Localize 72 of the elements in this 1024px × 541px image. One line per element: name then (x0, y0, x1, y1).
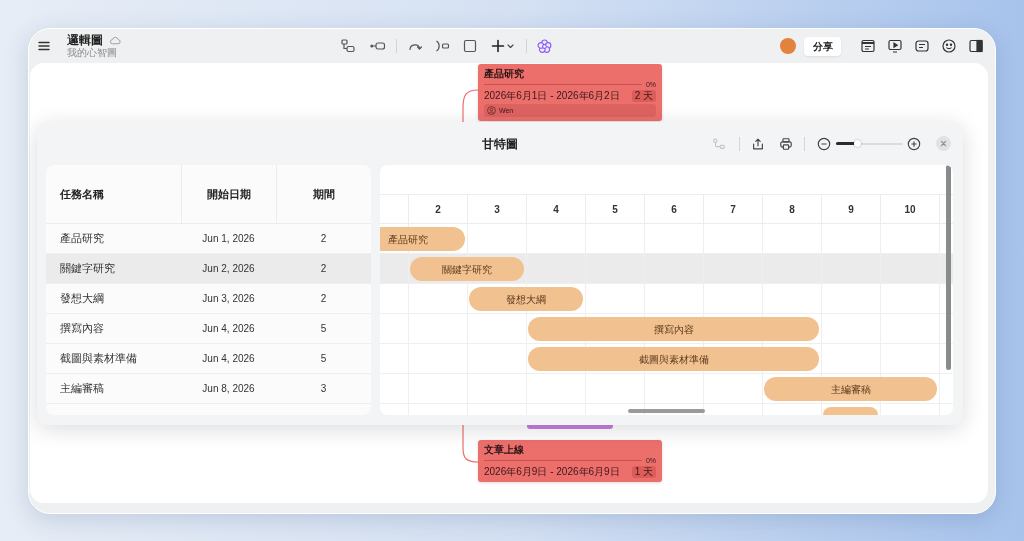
node-title: 產品研究 (484, 68, 525, 80)
cloud-icon (109, 35, 121, 45)
upload-icon[interactable] (751, 136, 765, 151)
task-bar[interactable]: 發想大綱 (469, 287, 583, 311)
duration-cell-text: 2 (319, 232, 328, 246)
day-label: 3 (494, 202, 500, 217)
day-label: 6 (671, 202, 677, 217)
vertical-scrollbar[interactable] (946, 165, 951, 370)
start-date-cell-text: Jun 2, 2026 (201, 262, 256, 276)
square-icon[interactable] (462, 38, 478, 54)
duration-cell-text: 2 (319, 262, 328, 276)
connector-line (462, 89, 479, 123)
day-label: 4 (553, 202, 559, 217)
task-name-cell-text: 主編審稿 (59, 381, 105, 397)
task-bar[interactable]: 截圖與素材準備 (528, 347, 819, 371)
document-subtitle: 我的心智圖 (67, 47, 118, 59)
node-title: 文章上線 (484, 444, 525, 456)
start-date-cell-text: Jun 1, 2026 (201, 232, 256, 246)
task-bar[interactable]: 撰寫內容 (528, 317, 819, 341)
slider-thumb[interactable] (853, 140, 861, 147)
bracket-box-icon[interactable] (434, 38, 450, 54)
zoom-in-icon[interactable] (907, 136, 921, 151)
date-range: 2026年6月9日 - 2026年6月9日 (484, 465, 620, 478)
plus-icon[interactable] (491, 39, 505, 53)
start-date-cell-text: Jun 3, 2026 (201, 292, 256, 306)
start-date-cell-text: Jun 4, 2026 (201, 322, 256, 336)
day-label: 5 (612, 202, 618, 217)
close-icon[interactable] (936, 136, 951, 151)
table-row[interactable]: 關鍵字研究 Jun 2, 2026 2 (46, 254, 371, 284)
day-label: 7 (730, 202, 736, 217)
caret-icon[interactable] (507, 43, 514, 49)
task-name-cell-text: 發想大綱 (59, 291, 105, 307)
column-header[interactable]: 任務名稱 (46, 165, 181, 223)
duration-cell-text: 5 (319, 352, 328, 366)
panel-title: 甘特圖 (482, 135, 518, 153)
day-label: 8 (789, 202, 795, 217)
task-bar[interactable]: 主編審稿 (764, 377, 937, 401)
duration-cell-text: 2 (319, 292, 328, 306)
menu-icon[interactable] (37, 39, 51, 53)
duration-cell-text: 3 (319, 382, 328, 396)
task-name-cell-text: 關鍵字研究 (59, 261, 116, 277)
start-date-cell-text: Jun 8, 2026 (201, 382, 256, 396)
date-range: 2026年6月1日 - 2026年6月2日 (484, 89, 620, 102)
duration-badge: 1 天 (631, 465, 656, 478)
linked-boxes-icon[interactable] (340, 38, 356, 54)
play-screen-icon[interactable] (887, 38, 903, 54)
flower-icon[interactable] (537, 38, 552, 54)
task-bar[interactable]: 關鍵字研究 (410, 257, 524, 281)
connector-line (462, 424, 479, 463)
zoom-slider[interactable] (836, 139, 903, 148)
horizontal-scrollbar[interactable] (628, 409, 705, 413)
sidebar-icon[interactable] (968, 38, 984, 54)
document-title: 邏輯圖 (67, 33, 103, 47)
duration-cell-text: 5 (319, 322, 328, 336)
task-name-cell-text: 截圖與素材準備 (59, 351, 138, 367)
zoom-out-icon[interactable] (817, 136, 831, 151)
person-icon (487, 106, 496, 115)
panel-list-icon[interactable] (860, 38, 876, 54)
day-label: 9 (848, 202, 854, 217)
printer-icon[interactable] (779, 136, 793, 151)
day-label: 2 (435, 202, 441, 217)
note-icon[interactable] (914, 38, 930, 54)
column-header[interactable]: 期間 (276, 165, 371, 223)
task-name-cell-text: 撰寫內容 (59, 321, 105, 337)
task-bar[interactable]: 產品研究 (380, 227, 465, 251)
start-date-cell-text: Jun 4, 2026 (201, 352, 256, 366)
duration-badge: 2 天 (631, 89, 656, 102)
column-header[interactable]: 開始日期 (181, 165, 276, 223)
share-button[interactable]: 分享 (804, 36, 841, 56)
smiley-icon[interactable] (941, 38, 957, 54)
task-name-cell-text: 產品研究 (59, 231, 105, 247)
day-label: 10 (904, 202, 916, 217)
